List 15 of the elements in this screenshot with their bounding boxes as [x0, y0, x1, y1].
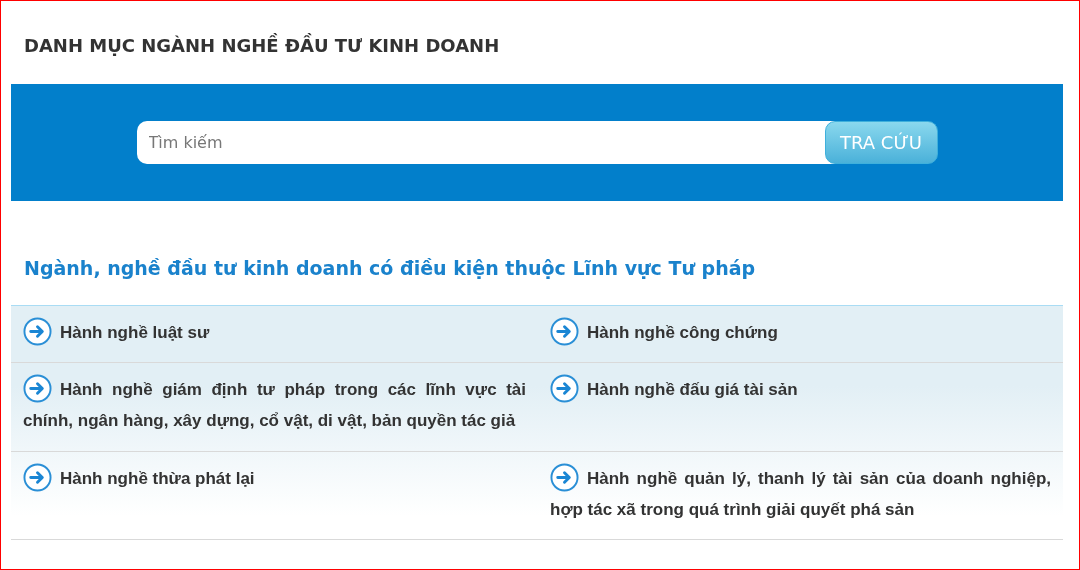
arrow-circle-icon	[23, 374, 52, 403]
page-title: DANH MỤC NGÀNH NGHỀ ĐẦU TƯ KINH DOANH	[24, 32, 501, 58]
list-link[interactable]: Hành nghề luật sư	[23, 317, 526, 348]
arrow-circle-icon	[550, 374, 579, 403]
arrow-circle-icon	[23, 463, 52, 492]
list-link[interactable]: Hành nghề giám định tư pháp trong các lĩnh vực tài chính, ngân hàng, xây dựng, cổ vật, di vật, bản quyền tác giả	[23, 374, 526, 436]
arrow-circle-icon	[550, 463, 579, 492]
list-link[interactable]: Hành nghề quản lý, thanh lý tài sản của doanh nghiệp, hợp tác xã trong quá trình giải quyết phá sản	[550, 463, 1051, 525]
section-title: Ngành, nghề đầu tư kinh doanh có điều kiện thuộc Lĩnh vực Tư pháp	[23, 256, 757, 281]
search-field[interactable]: Tìm kiếm	[136, 121, 837, 164]
arrow-circle-icon	[550, 317, 579, 346]
arrow-circle-icon	[23, 317, 52, 346]
list-link[interactable]: Hành nghề thừa phát lại	[23, 463, 526, 494]
list-link[interactable]: Hành nghề công chứng	[550, 317, 1051, 348]
list-link[interactable]: Hành nghề đấu giá tài sản	[550, 374, 1051, 405]
